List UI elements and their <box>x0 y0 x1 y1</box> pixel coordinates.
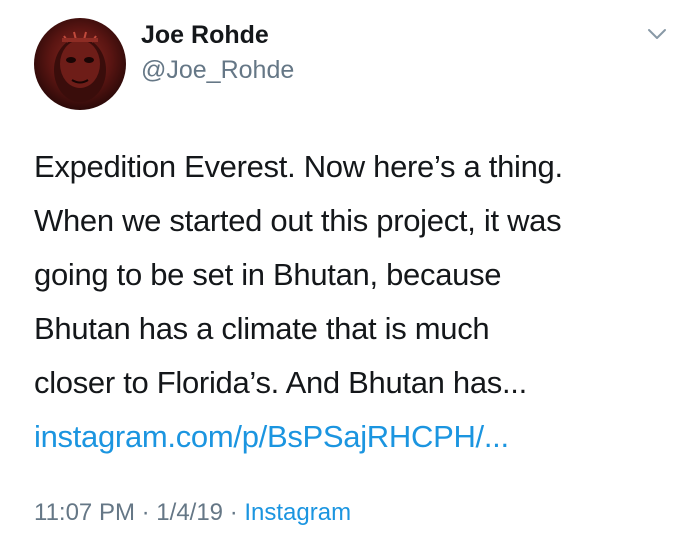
tweet-link[interactable]: instagram.com/p/BsPSajRHCPH/... <box>34 410 684 464</box>
author-name[interactable]: Joe Rohde <box>141 18 269 52</box>
tweet-text-line: Expedition Everest. Now here’s a thing. <box>34 149 563 184</box>
author-handle[interactable]: @Joe_Rohde <box>141 53 294 87</box>
tweet-source[interactable]: Instagram <box>244 499 351 526</box>
tweet-text-line: Bhutan has a climate that is much <box>34 311 490 346</box>
tweet-text-line: going to be set in Bhutan, because <box>34 257 502 292</box>
meta-separator: · <box>141 499 150 526</box>
tweet-text: Expedition Everest. Now here’s a thing. … <box>34 140 684 464</box>
chevron-down-icon[interactable] <box>646 26 668 42</box>
tweet-date[interactable]: 1/4/19 <box>156 499 223 526</box>
tweet-meta: 11:07 PM · 1/4/19 · Instagram <box>34 496 351 530</box>
tweet-time[interactable]: 11:07 PM <box>34 499 135 526</box>
avatar[interactable] <box>34 18 126 110</box>
tweet-text-line: When we started out this project, it was <box>34 203 562 238</box>
avatar-portrait-icon <box>54 31 106 102</box>
tweet-text-line: closer to Florida’s. And Bhutan has... <box>34 365 527 400</box>
tweet-card: Joe Rohde @Joe_Rohde Expedition Everest.… <box>0 0 700 541</box>
meta-separator: · <box>229 499 238 526</box>
